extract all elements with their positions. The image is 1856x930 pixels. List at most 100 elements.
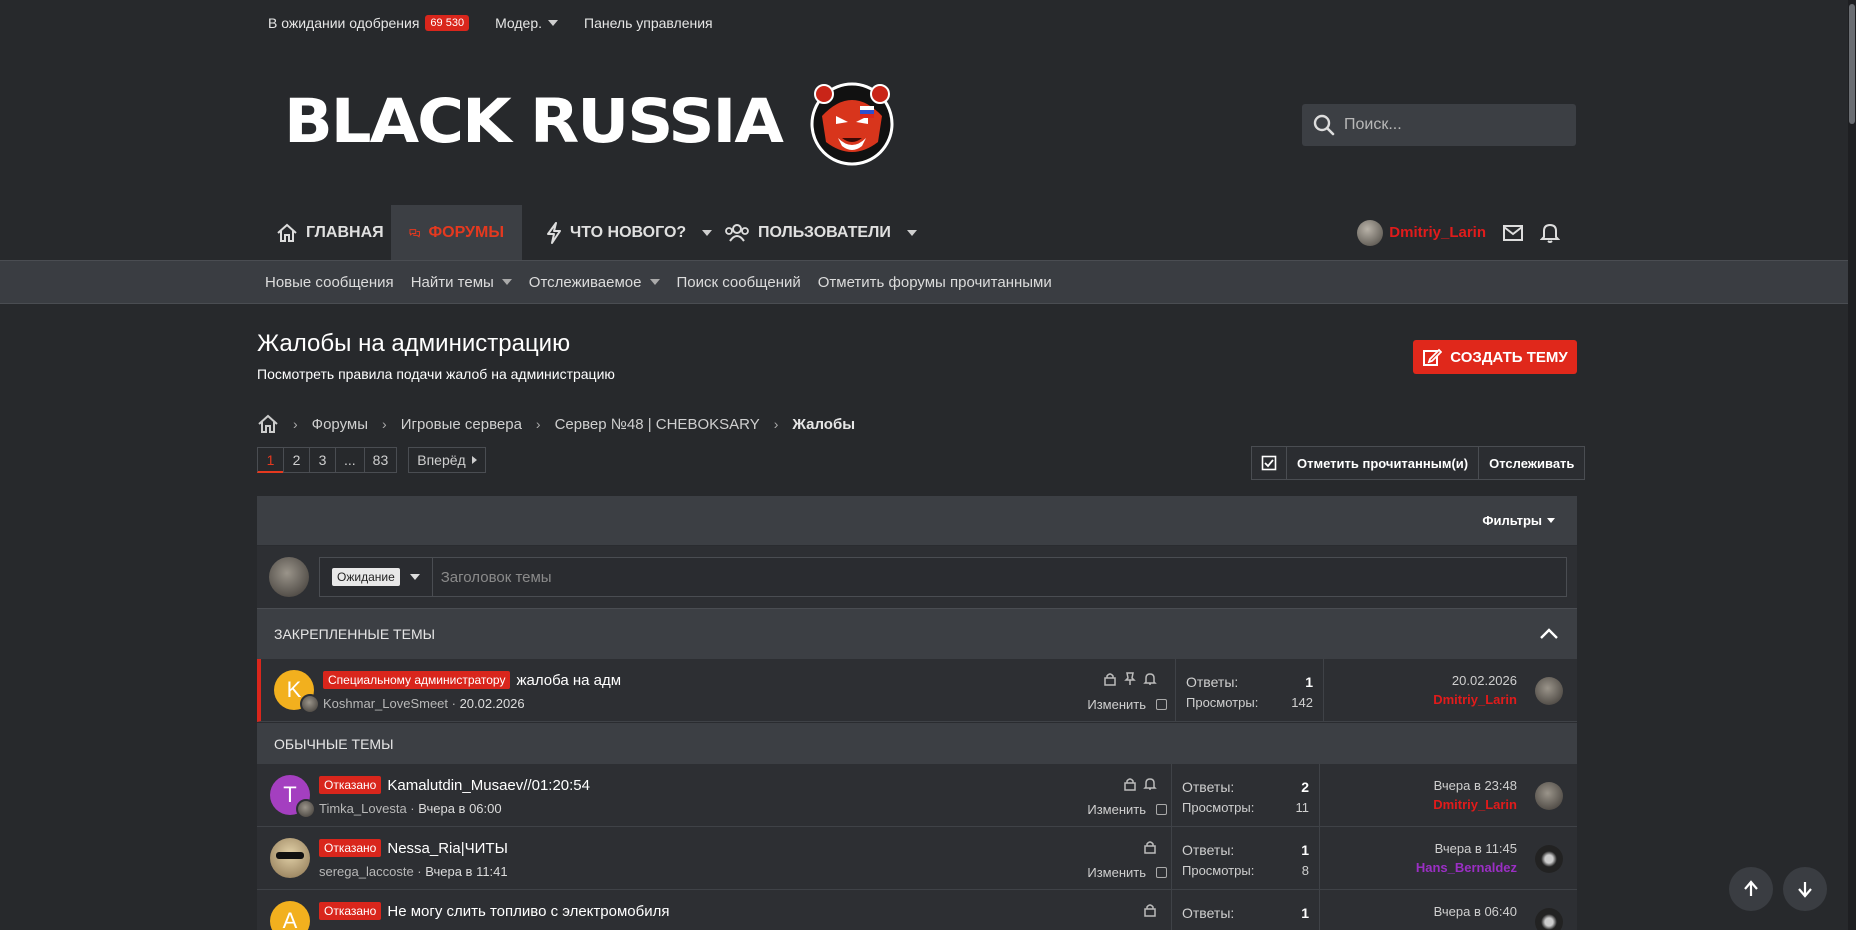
thread-row[interactable]: K Специальному администратору жалоба на … [257,659,1577,722]
thread-date[interactable]: Вчера в 06:00 [418,801,501,816]
quick-thread-input[interactable]: Ожидание Заголовок темы [319,557,1567,597]
page-link[interactable]: 2 [283,447,310,473]
thread-author[interactable]: Koshmar_LoveSmeet [323,696,448,711]
sub-nav: Новые сообщения Найти темы Отслеживаемое… [0,260,1856,304]
next-page-button[interactable]: Вперёд [408,447,486,473]
page-description[interactable]: Посмотреть правила подачи жалоб на админ… [257,366,615,382]
chevron-up-icon[interactable] [1539,628,1559,640]
prefix-select[interactable]: Ожидание [320,558,433,596]
avatar-letter: T [283,782,297,807]
scrollbar-thumb[interactable] [1849,4,1855,124]
nav-users[interactable]: ПОЛЬЗОВАТЕЛИ [706,205,935,260]
watch-button[interactable]: Отслеживать [1478,447,1584,479]
thread-stats: Ответы: 2 Просмотры: 11 [1171,764,1320,827]
thread-date[interactable]: 20.02.2026 [460,696,525,711]
subnav-find-threads[interactable]: Найти темы [411,274,512,291]
lock-icon [1144,904,1156,917]
thread-row[interactable]: A Отказано Не могу слить топливо с элект… [257,890,1577,930]
home-icon[interactable] [257,414,279,434]
nav-forums-label: ФОРУМЫ [428,223,504,241]
filters-button[interactable]: Фильтры [1482,513,1542,528]
page-link-last[interactable]: 83 [363,447,398,473]
thread-prefix[interactable]: Отказано [319,902,382,920]
edit-link[interactable]: Изменить [1087,802,1146,817]
subnav-search-posts[interactable]: Поиск сообщений [677,274,801,291]
thread-prefix[interactable]: Отказано [319,839,382,857]
avatar[interactable] [1535,677,1563,705]
pagination: 1 2 3 ... 83 Вперёд [257,447,486,473]
thread-title: Специальному администратору жалоба на ад… [323,671,621,689]
thread-status-icons [1103,672,1157,686]
subnav-mark-forums-read[interactable]: Отметить форумы прочитанными [818,274,1052,291]
control-panel-link[interactable]: Панель управления [584,15,713,31]
create-thread-button[interactable]: СОЗДАТЬ ТЕМУ [1413,340,1577,374]
thread-author-avatar[interactable] [270,838,310,878]
envelope-icon[interactable] [1502,224,1524,242]
thread-author[interactable]: serega_laccoste [319,864,414,879]
last-post-user[interactable]: Hans_Bernaldez [1416,858,1517,877]
avatar[interactable] [1535,782,1563,810]
replies-count: 1 [1301,904,1309,921]
scroll-top-button[interactable] [1729,867,1773,911]
breadcrumb-item[interactable]: Игровые сервера [401,416,522,433]
page-jump[interactable]: ... [335,447,365,473]
page-link[interactable]: 3 [309,447,336,473]
site-logo[interactable]: BLACK RUSSIA [284,76,898,168]
search-box[interactable]: Поиск... [1302,104,1576,146]
last-post-date[interactable]: Вчера в 23:48 [1433,776,1517,795]
chevron-down-icon[interactable] [906,229,917,236]
breadcrumb-item[interactable]: Форумы [312,416,368,433]
last-post-date[interactable]: 20.02.2026 [1433,671,1517,690]
thread-title-link[interactable]: Kamalutdin_Musaev//01:20:54 [387,777,590,794]
select-checkbox[interactable] [1156,699,1167,710]
scrollbar[interactable] [1848,0,1856,930]
lock-icon [1104,673,1116,686]
breadcrumb-current[interactable]: Жалобы [792,416,855,433]
thread-status-icons [1123,777,1157,791]
nav-whats-new[interactable]: ЧТО НОВОГО? [528,205,730,260]
thread-title-link[interactable]: жалоба на адм [516,672,621,689]
thread-title-link[interactable]: Nessa_Ria|ЧИТЫ [387,840,507,857]
pending-approval-label: В ожидании одобрения [268,15,420,31]
moder-menu[interactable]: Модер. [495,15,559,31]
forums-icon [409,228,421,238]
thread-row[interactable]: T Отказано Kamalutdin_Musaev//01:20:54 T… [257,764,1577,827]
subnav-new-posts[interactable]: Новые сообщения [265,274,394,291]
chevron-down-icon [548,20,559,26]
mark-read-button[interactable]: Отметить прочитанным(и) [1286,447,1478,479]
bell-icon [1143,673,1157,685]
scroll-bottom-button[interactable] [1783,867,1827,911]
edit-link[interactable]: Изменить [1087,865,1146,880]
last-post-user[interactable]: Dmitriy_Larin [1433,795,1517,814]
select-checkbox[interactable] [1156,804,1167,815]
thread-title-link[interactable]: Не могу слить топливо с электромобиля [387,903,669,920]
avatar[interactable] [1535,845,1563,873]
subnav-watched[interactable]: Отслеживаемое [529,274,660,291]
thread-author-avatar[interactable]: T [270,775,316,819]
avatar[interactable] [1535,908,1563,930]
last-post-date[interactable]: Вчера в 06:40 [1434,902,1517,921]
edit-link[interactable]: Изменить [1087,697,1146,712]
account-link[interactable]: Dmitriy_Larin [1357,219,1486,246]
nav-forums[interactable]: ФОРУМЫ [391,205,522,260]
select-all-button[interactable] [1252,447,1286,479]
thread-prefix[interactable]: Специальному администратору [323,671,511,689]
thread-row[interactable]: Отказано Nessa_Ria|ЧИТЫ serega_laccoste … [257,827,1577,890]
last-post-user[interactable]: Dmitriy_Larin [1433,690,1517,709]
pending-approval-link[interactable]: В ожидании одобрения 69 530 [268,15,470,31]
nav-home[interactable]: ГЛАВНАЯ [258,205,402,260]
thread-author-avatar[interactable]: A [270,901,310,930]
replies-count: 1 [1305,673,1313,690]
avatar-letter: A [282,908,298,930]
last-post-date[interactable]: Вчера в 11:45 [1416,839,1517,858]
replies-label: Ответы: [1186,673,1239,690]
bell-icon[interactable] [1540,222,1560,244]
thread-prefix[interactable]: Отказано [319,776,382,794]
thread-author-avatar[interactable]: K [274,670,320,714]
breadcrumb-item[interactable]: Сервер №48 | CHEBOKSARY [555,416,760,433]
pinned-section-header[interactable]: ЗАКРЕПЛЕННЫЕ ТЕМЫ [257,609,1577,659]
thread-date[interactable]: Вчера в 11:41 [425,864,507,879]
select-checkbox[interactable] [1156,867,1167,878]
thread-author[interactable]: Timka_Lovesta [319,801,407,816]
page-link-current[interactable]: 1 [257,447,284,473]
